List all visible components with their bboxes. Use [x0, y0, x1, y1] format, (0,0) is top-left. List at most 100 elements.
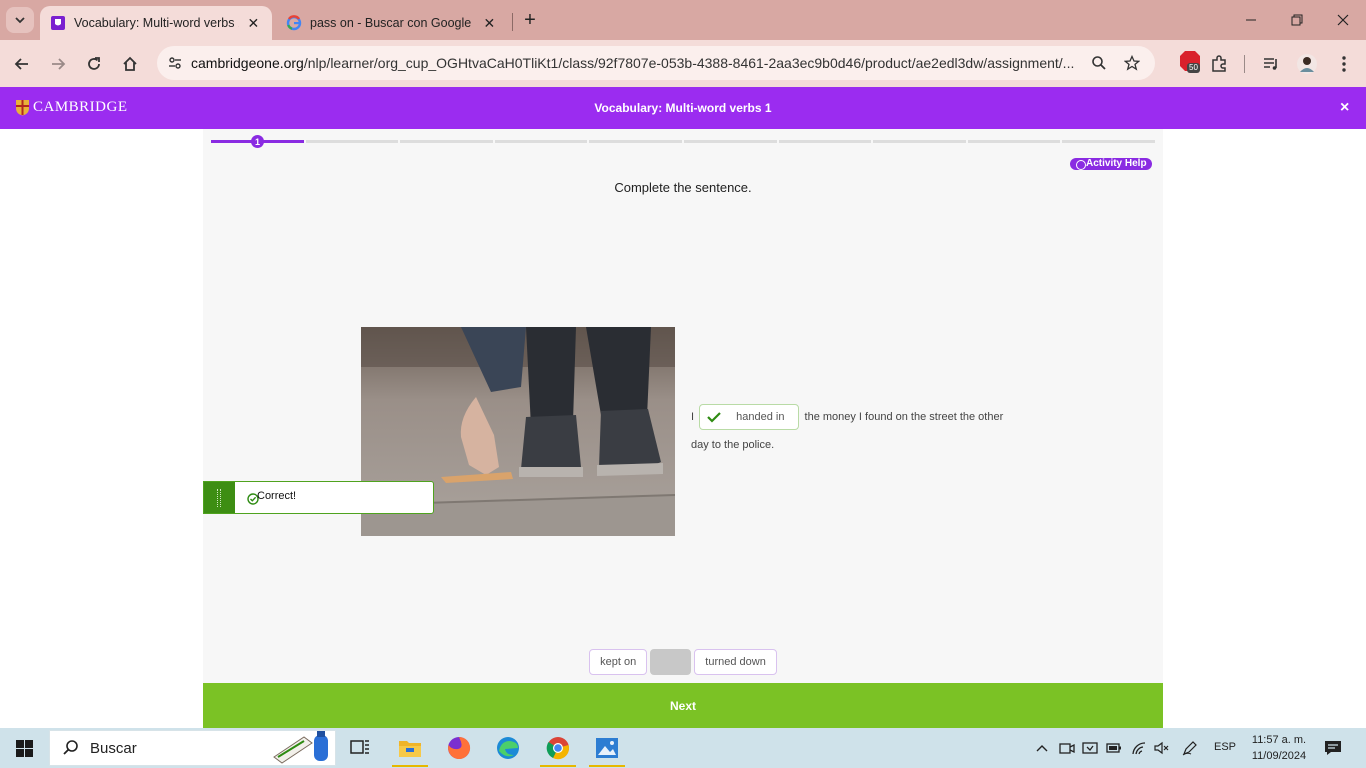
- screen-capture-icon[interactable]: [1082, 740, 1098, 756]
- battery-icon[interactable]: [1106, 740, 1122, 756]
- option-kept-on[interactable]: kept on: [589, 649, 648, 675]
- cambridge-favicon-icon: [50, 15, 66, 31]
- extension-adblock-icon[interactable]: 50: [1179, 50, 1201, 73]
- sentence-start: I: [691, 411, 695, 423]
- back-button[interactable]: [9, 51, 35, 77]
- chevron-down-icon: [15, 17, 25, 24]
- close-tab-icon[interactable]: ✕: [481, 14, 498, 32]
- taskbar-search-placeholder: Buscar: [90, 739, 137, 757]
- chrome-button[interactable]: [544, 734, 572, 762]
- extension-badge-count: 50: [1187, 63, 1200, 73]
- activity-help-button[interactable]: Activity Help: [1070, 158, 1152, 170]
- browser-tab-strip: Vocabulary: Multi-word verbs 1 ✕ pass on…: [0, 0, 1366, 40]
- tab-search-button[interactable]: [6, 7, 34, 33]
- restore-icon: [1291, 14, 1303, 26]
- input-language[interactable]: ESP: [1214, 741, 1236, 753]
- arrow-left-icon: [14, 58, 28, 70]
- url-text: cambridgeone.org/nlp/learner/org_cup_OGH…: [191, 55, 1081, 71]
- avatar-icon: [1297, 54, 1317, 74]
- profile-avatar[interactable]: [1294, 51, 1320, 77]
- chrome-icon: [546, 737, 569, 760]
- search-highlight-icon: [273, 731, 328, 764]
- show-hidden-icons[interactable]: [1034, 740, 1050, 756]
- tab-google-search[interactable]: pass on - Buscar con Google ✕: [276, 6, 508, 40]
- tab-title: pass on - Buscar con Google: [310, 16, 472, 30]
- tab-separator: [512, 13, 513, 31]
- edge-button[interactable]: [494, 734, 522, 762]
- task-view-icon: [350, 740, 369, 754]
- browser-toolbar: cambridgeone.org/nlp/learner/org_cup_OGH…: [0, 40, 1366, 87]
- answer-gap[interactable]: handed in: [699, 404, 800, 431]
- sentence: I handed in the money I found on the str…: [691, 403, 1011, 459]
- close-tab-icon[interactable]: ✕: [245, 14, 262, 32]
- progress-segment: [494, 140, 588, 143]
- url-domain: cambridgeone.org: [191, 55, 304, 71]
- search-icon: [63, 740, 78, 755]
- windows-taskbar: Buscar ESP 11:57 a. m. 11/09/2024: [0, 728, 1366, 768]
- activity-stage: 1 Activity Help Complete the sentence. I…: [203, 129, 1163, 683]
- address-bar[interactable]: cambridgeone.org/nlp/learner/org_cup_OGH…: [157, 46, 1155, 80]
- zoom-icon[interactable]: [1087, 51, 1111, 75]
- clock-date: 11/09/2024: [1251, 750, 1307, 762]
- instruction-text: Complete the sentence.: [614, 180, 752, 195]
- bookmark-star-icon[interactable]: [1120, 51, 1144, 75]
- puzzle-icon: [1212, 55, 1226, 72]
- browser-menu-button[interactable]: [1331, 51, 1357, 77]
- notification-center-icon[interactable]: [1324, 740, 1342, 756]
- home-button[interactable]: [117, 51, 143, 77]
- system-clock[interactable]: 11:57 a. m. 11/09/2024: [1244, 732, 1314, 764]
- windows-start-icon[interactable]: [16, 740, 33, 757]
- progress-segment: [778, 140, 872, 143]
- folder-icon: [399, 741, 421, 757]
- answer-text: handed in: [736, 411, 785, 424]
- progress-segment: [684, 140, 777, 143]
- checkmark-icon: [707, 412, 721, 423]
- wifi-icon[interactable]: [1131, 740, 1147, 756]
- chrome-running-indicator: [540, 765, 576, 767]
- task-view-button[interactable]: [346, 734, 374, 762]
- photos-icon: [596, 738, 618, 758]
- file-explorer-running-indicator: [392, 765, 428, 767]
- option-used-placeholder: [650, 649, 692, 675]
- tab-title: Vocabulary: Multi-word verbs 1: [74, 16, 239, 30]
- google-icon: [286, 15, 302, 31]
- progress-current-step: 1: [251, 135, 264, 148]
- new-tab-button[interactable]: +: [520, 9, 540, 31]
- forward-button[interactable]: [45, 51, 71, 77]
- activity-title: Vocabulary: Multi-word verbs 1: [594, 101, 772, 115]
- firefox-button[interactable]: [445, 734, 473, 762]
- playlist-icon: [1264, 58, 1277, 70]
- extensions-button[interactable]: [1206, 51, 1232, 77]
- meet-now-icon[interactable]: [1059, 740, 1075, 756]
- pen-icon[interactable]: [1182, 740, 1198, 756]
- photos-running-indicator: [589, 765, 625, 767]
- activity-help-label: Activity Help: [1086, 158, 1147, 169]
- close-window-button[interactable]: [1320, 0, 1366, 40]
- option-turned-down[interactable]: turned down: [694, 649, 777, 675]
- edge-icon: [497, 737, 519, 759]
- feedback-message: Correct!: [257, 490, 297, 502]
- progress-segment: [400, 140, 493, 143]
- toolbar-divider: [1244, 55, 1245, 73]
- next-button[interactable]: Next: [203, 683, 1163, 728]
- close-activity-button[interactable]: ×: [1340, 99, 1349, 117]
- reload-button[interactable]: [81, 51, 107, 77]
- reload-icon: [88, 57, 100, 70]
- volume-muted-icon[interactable]: [1154, 740, 1170, 756]
- restore-button[interactable]: [1274, 0, 1320, 40]
- help-icon: [1076, 160, 1086, 170]
- minimize-button[interactable]: [1228, 0, 1274, 40]
- tab-vocabulary[interactable]: Vocabulary: Multi-word verbs 1 ✕: [40, 6, 272, 40]
- clock-time: 11:57 a. m.: [1251, 734, 1307, 746]
- progress-segment: [873, 140, 966, 143]
- photos-button[interactable]: [593, 734, 621, 762]
- progress-segment: [589, 140, 682, 143]
- home-icon: [123, 56, 137, 71]
- arrow-right-icon: [52, 58, 66, 70]
- answer-options: kept on turned down: [203, 649, 1163, 675]
- feedback-drag-handle[interactable]: [204, 482, 235, 513]
- file-explorer-button[interactable]: [396, 734, 424, 762]
- taskbar-search-box[interactable]: Buscar: [49, 730, 336, 766]
- media-control-button[interactable]: [1258, 51, 1284, 77]
- site-settings-icon[interactable]: [159, 46, 191, 80]
